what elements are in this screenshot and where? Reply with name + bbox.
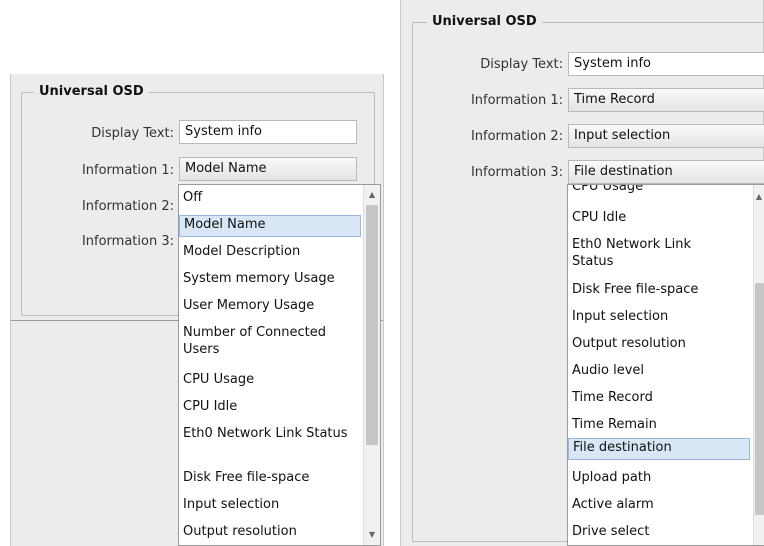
dropdown-option[interactable]: CPU Usage <box>568 185 748 195</box>
dropdown-option[interactable]: Output resolution <box>568 335 748 352</box>
display-text-input[interactable]: System info <box>568 52 764 76</box>
dropdown-option[interactable]: Disk Free file-space <box>568 281 748 298</box>
scrollbar-thumb[interactable] <box>755 283 764 515</box>
scroll-up-arrow-icon[interactable]: ▲ <box>754 189 764 205</box>
display-text-label: Display Text: <box>91 126 174 141</box>
dropdown-option[interactable]: Upload path <box>568 469 748 486</box>
dropdown-option[interactable]: CPU Usage <box>179 371 361 388</box>
scroll-up-arrow-icon[interactable]: ▲ <box>364 187 380 203</box>
display-text-label: Display Text: <box>480 57 563 72</box>
dropdown-scrollbar[interactable]: ▲ ▼ <box>363 185 380 545</box>
dropdown-scrollbar[interactable]: ▲ <box>753 185 764 545</box>
information-1-label: Information 1: <box>81 163 174 178</box>
dropdown-option[interactable]: Drive select <box>568 523 748 540</box>
information-1-label: Information 1: <box>470 93 563 108</box>
dropdown-option[interactable]: Input selection <box>179 496 361 513</box>
dropdown-option-selected[interactable]: File destination <box>568 438 750 460</box>
dropdown-option[interactable]: Disk Free file-space <box>179 469 361 486</box>
scrollbar-thumb[interactable] <box>366 205 378 445</box>
information-1-select[interactable]: Time Record <box>568 88 764 112</box>
fieldset-legend: Universal OSD <box>34 84 149 100</box>
dropdown-option[interactable]: Eth0 Network Link Status <box>179 425 361 442</box>
information-3-select[interactable]: File destination <box>568 160 764 184</box>
dropdown-option[interactable]: CPU Idle <box>568 209 748 226</box>
dropdown-option[interactable]: Time Remain <box>568 416 748 433</box>
fieldset-legend: Universal OSD <box>427 14 542 30</box>
information-2-select[interactable]: Input selection <box>568 124 764 148</box>
dropdown-option[interactable]: Eth0 Network Link Status <box>568 236 718 270</box>
dropdown-option[interactable]: Audio level <box>568 362 748 379</box>
scroll-down-arrow-icon[interactable]: ▼ <box>364 527 380 543</box>
dropdown-option[interactable]: Output resolution <box>179 523 361 540</box>
information-2-label: Information 2: <box>81 199 174 214</box>
dropdown-option[interactable]: System memory Usage <box>179 270 361 287</box>
information-1-select[interactable]: Model Name <box>179 157 357 181</box>
information-1-dropdown[interactable]: Off Model Name Model Description System … <box>178 184 381 546</box>
dropdown-option[interactable]: Off <box>179 189 361 206</box>
dropdown-option[interactable]: Input selection <box>568 308 748 325</box>
dropdown-option[interactable]: CPU Idle <box>179 398 361 415</box>
dropdown-option[interactable]: User Memory Usage <box>179 297 361 314</box>
information-3-label: Information 3: <box>81 234 174 249</box>
dropdown-option[interactable]: Active alarm <box>568 496 748 513</box>
display-text-input[interactable]: System info <box>179 120 357 144</box>
dropdown-option[interactable]: Time Record <box>568 389 748 406</box>
information-2-label: Information 2: <box>470 129 563 144</box>
dropdown-option[interactable]: Number of Connected Users <box>179 324 361 358</box>
dropdown-option[interactable]: Model Description <box>179 243 361 260</box>
information-3-dropdown[interactable]: CPU Usage CPU Idle Eth0 Network Link Sta… <box>567 184 764 546</box>
dropdown-option-selected[interactable]: Model Name <box>179 215 361 237</box>
information-3-label: Information 3: <box>470 165 563 180</box>
